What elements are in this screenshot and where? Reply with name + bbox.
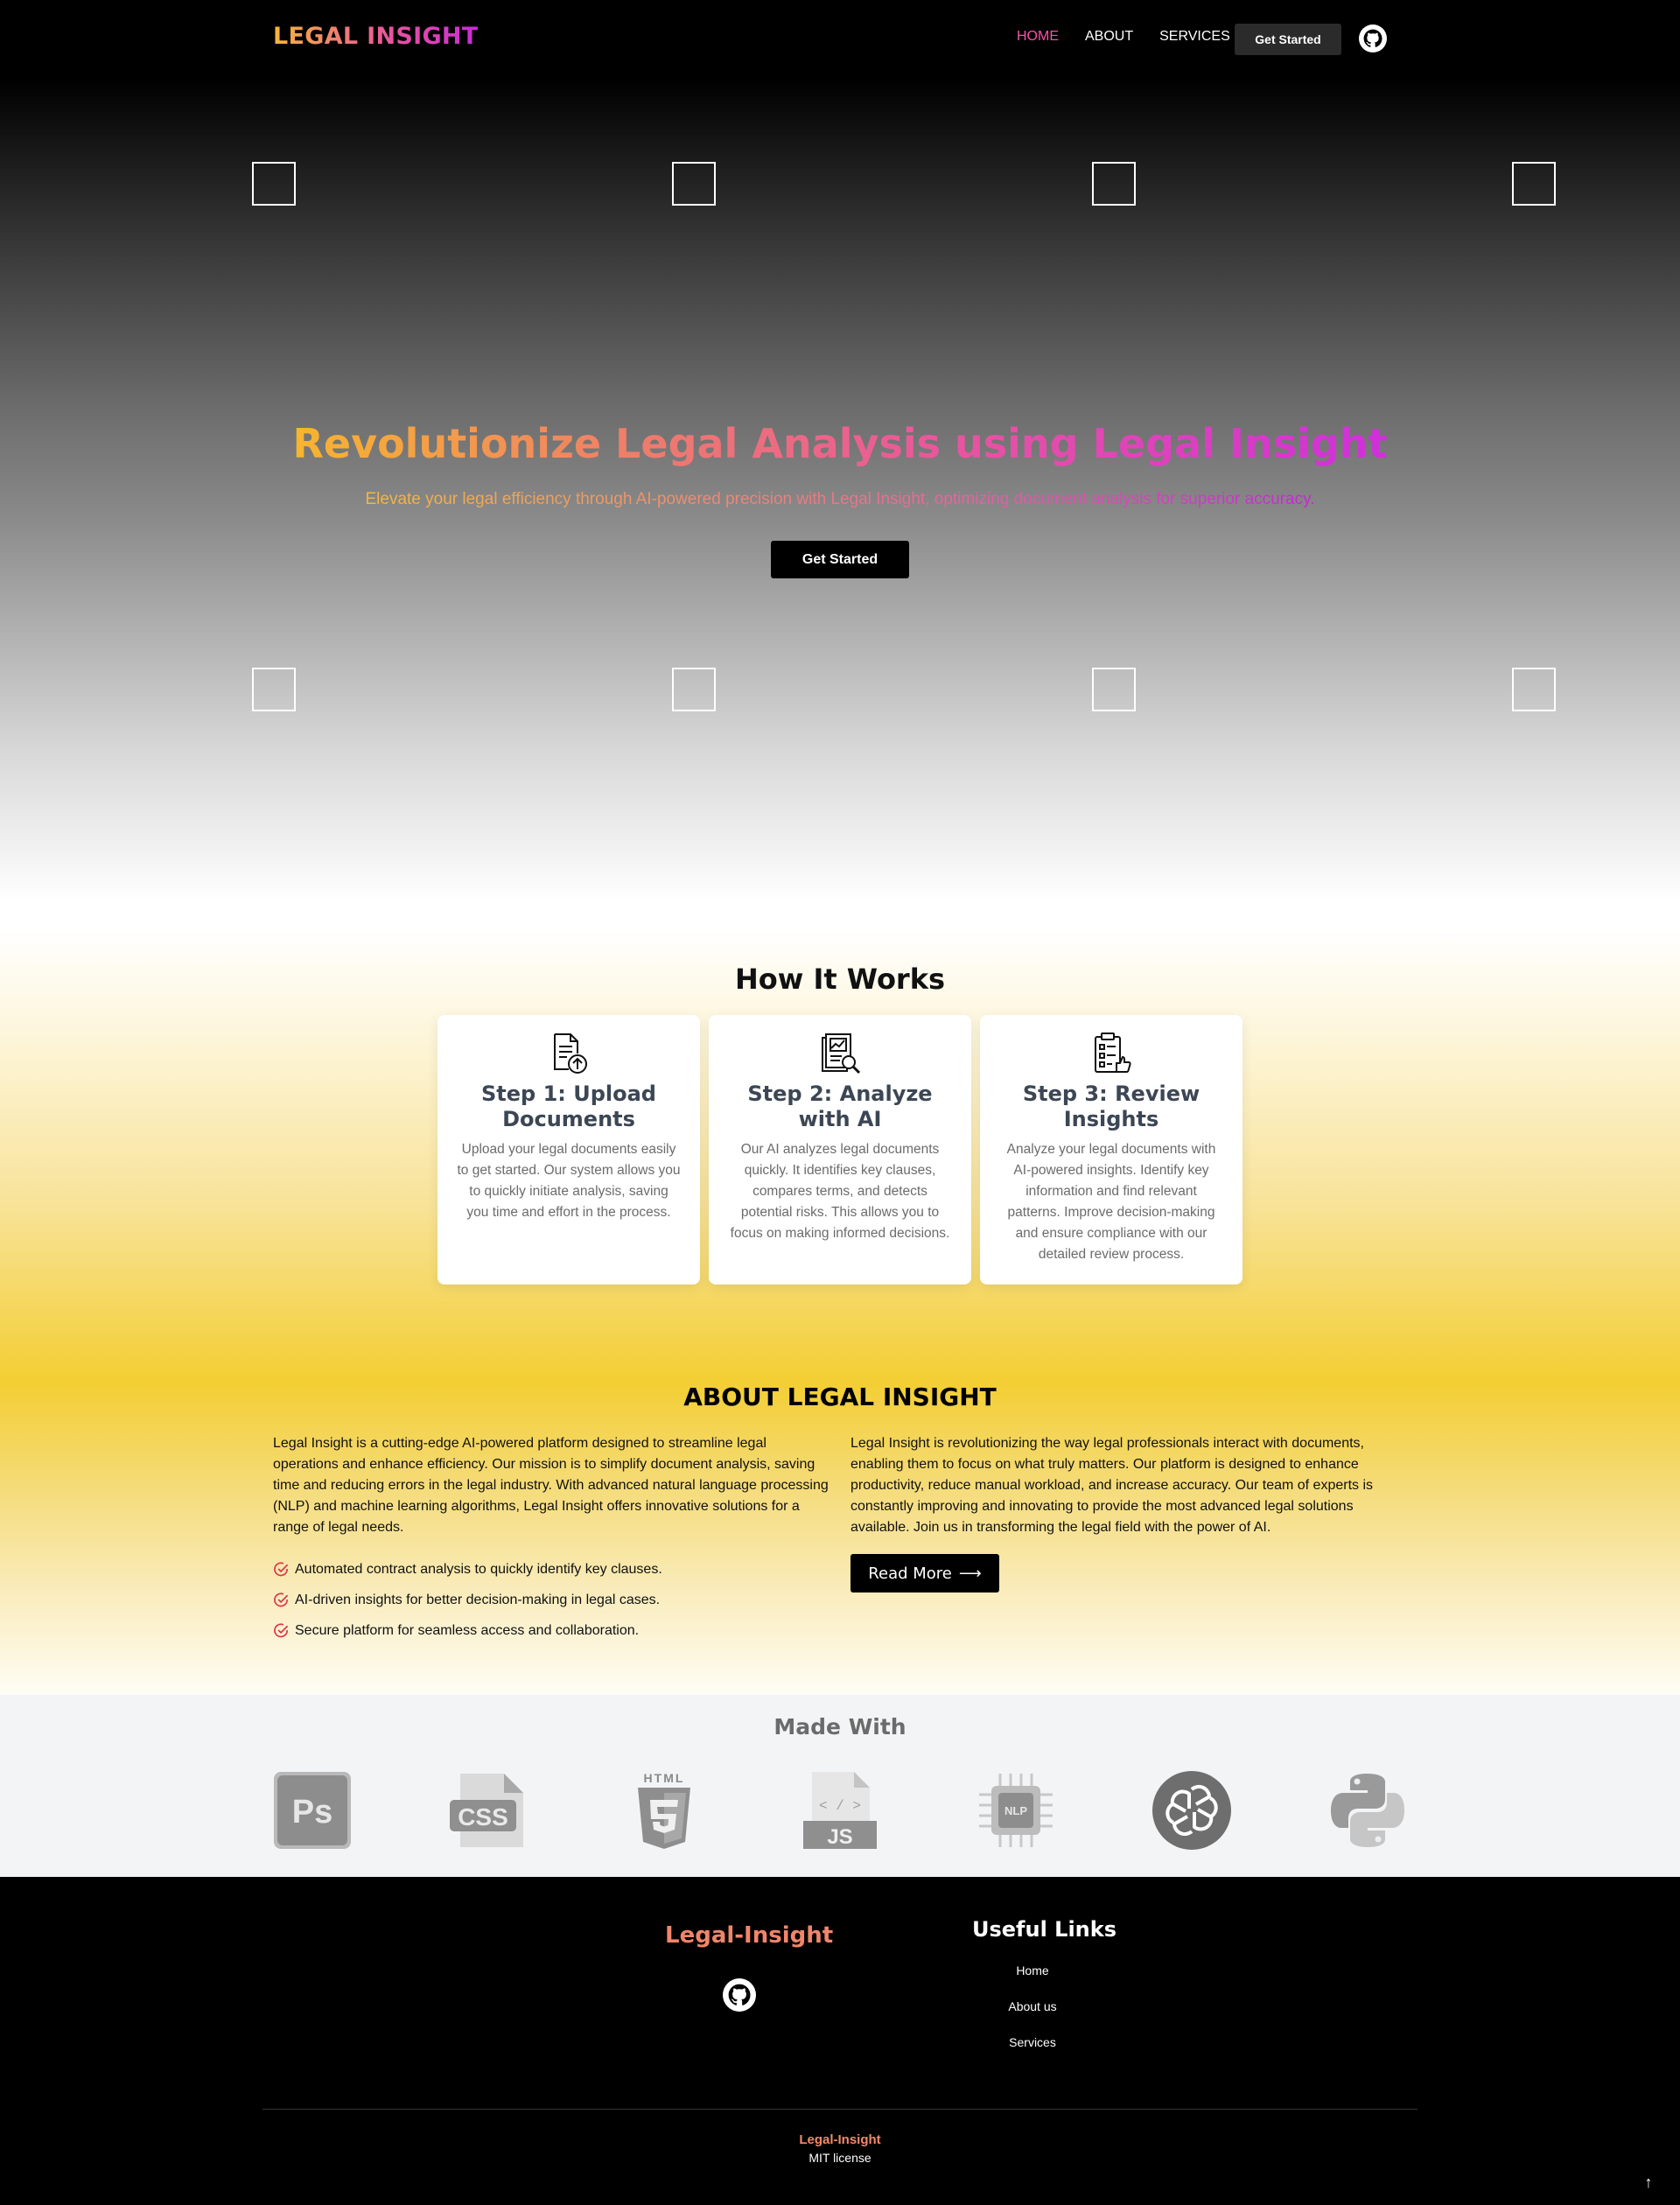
how-it-works-title: How It Works (734, 962, 946, 996)
clipboard-review-icon (1095, 1032, 1131, 1073)
footer-link-services[interactable]: Services (971, 2035, 1094, 2049)
step-title: Step 2: Analyze with AI (747, 1082, 933, 1131)
svg-text:JS: JS (827, 1825, 852, 1849)
step-card-upload: Step 1: Upload Documents Upload your leg… (438, 1015, 700, 1284)
how-it-works-section: How It Works Step 1: Upload Documents Up… (0, 928, 1680, 1382)
nav-get-started-button[interactable]: Get Started (1235, 24, 1341, 55)
about-left-text: Legal Insight is a cutting-edge AI-power… (273, 1436, 829, 1535)
python-icon (1331, 1774, 1404, 1847)
check-circle-icon (274, 1562, 289, 1577)
decorative-square (672, 668, 716, 711)
license-text: MIT license (808, 2151, 872, 2165)
hero-title: Revolutionize Legal Analysis using Legal… (292, 420, 1388, 467)
arrow-right-icon: ⟶ (958, 1564, 982, 1583)
nav-link-services[interactable]: SERVICES (1159, 29, 1230, 45)
decorative-square (1092, 162, 1136, 206)
made-with-section: Made With Ps CSS HTML < / > JS NLP (0, 1695, 1680, 1877)
footer-link-home[interactable]: Home (971, 1964, 1094, 1978)
feature-list: Automated contract analysis to quickly i… (273, 1554, 833, 1646)
feature-text: AI-driven insights for better decision-m… (295, 1592, 661, 1607)
footer-link-about[interactable]: About us (971, 1999, 1094, 2013)
nav-link-about[interactable]: ABOUT (1085, 29, 1133, 45)
svg-text:< / >: < / > (819, 1798, 861, 1814)
hero-get-started-button[interactable]: Get Started (771, 541, 909, 578)
about-right-text: Legal Insight is revolutionizing the way… (850, 1436, 1374, 1535)
footer: Legal-Insight Useful Links Home About us… (0, 1877, 1680, 2205)
css-icon: CSS (450, 1774, 523, 1847)
step-description: Our AI analyzes legal documents quickly.… (730, 1142, 950, 1241)
html5-icon: HTML (638, 1771, 690, 1849)
github-icon[interactable] (1359, 24, 1387, 52)
feature-item: Automated contract analysis to quickly i… (273, 1554, 833, 1585)
decorative-square (252, 162, 296, 206)
svg-text:NLP: NLP (1004, 1804, 1027, 1817)
decorative-square (1512, 162, 1556, 206)
openai-icon (1152, 1771, 1231, 1850)
step-title: Step 3: Review Insights (1022, 1082, 1200, 1131)
decorative-square (252, 668, 296, 711)
top-navbar: LEGAL INSIGHT HOME ABOUT SERVICES Get St… (0, 0, 1680, 79)
decorative-square (672, 162, 716, 206)
nav-links: HOME ABOUT SERVICES (1017, 29, 1256, 45)
github-icon[interactable] (723, 1978, 756, 2012)
read-more-button[interactable]: Read More ⟶ (850, 1554, 999, 1592)
footer-brand[interactable]: Legal-Insight (665, 1922, 833, 1949)
hero-subtitle: Elevate your legal efficiency through AI… (365, 490, 1315, 508)
arrow-up-icon[interactable]: ↑ (1638, 2174, 1659, 2192)
svg-text:CSS: CSS (458, 1803, 508, 1830)
footer-divider (262, 2109, 1418, 2110)
about-right-column: Legal Insight is revolutionizing the way… (850, 1433, 1376, 1592)
decorative-square (1092, 668, 1136, 711)
feature-item: Secure platform for seamless access and … (273, 1615, 833, 1646)
step-title: Step 1: Upload Documents (481, 1082, 656, 1131)
about-section: ABOUT LEGAL INSIGHT Legal Insight is a c… (0, 1382, 1680, 1695)
about-left-column: Legal Insight is a cutting-edge AI-power… (273, 1433, 833, 1646)
feature-text: Secure platform for seamless access and … (295, 1622, 640, 1638)
document-analysis-icon (822, 1033, 861, 1074)
document-upload-icon (554, 1033, 587, 1074)
svg-text:Ps: Ps (292, 1794, 332, 1830)
feature-text: Automated contract analysis to quickly i… (295, 1561, 662, 1577)
hero-section: Revolutionize Legal Analysis using Legal… (0, 79, 1680, 928)
read-more-label: Read More (868, 1564, 952, 1583)
step-description: Upload your legal documents easily to ge… (457, 1142, 681, 1220)
footer-bottom-brand: Legal-Insight (799, 2132, 881, 2147)
site-logo[interactable]: LEGAL INSIGHT (273, 23, 479, 50)
step-card-analyze: Step 2: Analyze with AI Our AI analyzes … (709, 1015, 971, 1284)
nav-link-home[interactable]: HOME (1017, 29, 1059, 45)
step-card-review: Step 3: Review Insights Analyze your leg… (980, 1015, 1242, 1284)
svg-text:HTML: HTML (644, 1771, 685, 1785)
useful-links-title: Useful Links (972, 1917, 1117, 1942)
check-circle-icon (274, 1592, 289, 1607)
photoshop-icon: Ps (274, 1772, 351, 1849)
check-circle-icon (274, 1623, 289, 1638)
feature-item: AI-driven insights for better decision-m… (273, 1585, 833, 1615)
nlp-chip-icon: NLP (979, 1774, 1053, 1847)
decorative-square (1512, 668, 1556, 711)
made-with-title: Made With (774, 1714, 906, 1740)
javascript-icon: < / > JS (803, 1772, 877, 1849)
about-title: ABOUT LEGAL INSIGHT (683, 1382, 997, 1411)
step-description: Analyze your legal documents with AI-pow… (1006, 1142, 1216, 1262)
